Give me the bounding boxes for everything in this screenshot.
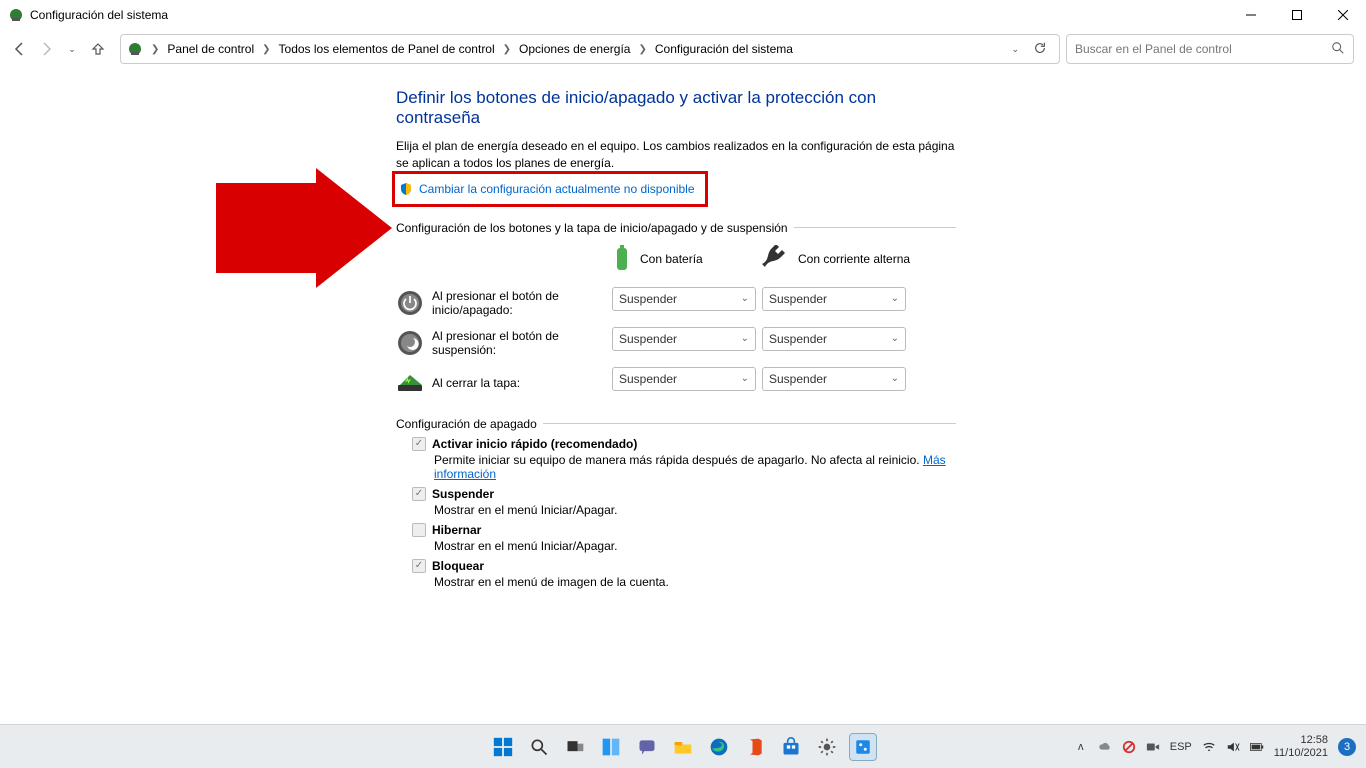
chevron-down-icon: ⌄: [741, 333, 749, 344]
checkbox[interactable]: [412, 559, 426, 573]
minimize-button[interactable]: [1228, 0, 1274, 30]
wifi-icon[interactable]: [1202, 740, 1216, 754]
store-icon[interactable]: [777, 733, 805, 761]
group-legend: Configuración de los botones y la tapa d…: [396, 221, 794, 235]
chevron-right-icon[interactable]: ❯: [258, 44, 274, 55]
search-icon: [1331, 41, 1345, 58]
checkbox[interactable]: [412, 437, 426, 451]
up-button[interactable]: [90, 41, 106, 57]
close-button[interactable]: [1320, 0, 1366, 30]
breadcrumb-item[interactable]: Panel de control: [167, 42, 254, 56]
content-area: Definir los botones de inicio/apagado y …: [0, 68, 1366, 768]
taskbar: ʌ ESP 12:58 11/10/2021 3: [0, 724, 1366, 768]
forward-button[interactable]: [38, 41, 54, 57]
meet-now-icon[interactable]: [1146, 740, 1160, 754]
sleep-button-icon: [396, 329, 424, 357]
refresh-button[interactable]: [1033, 41, 1047, 58]
back-button[interactable]: [12, 41, 28, 57]
recent-locations-button[interactable]: ⌄: [64, 41, 80, 57]
office-icon[interactable]: [741, 733, 769, 761]
search-input[interactable]: Buscar en el Panel de control: [1066, 34, 1354, 64]
annotation-highlight: Cambiar la configuración actualmente no …: [392, 171, 708, 207]
fast-startup-option: Activar inicio rápido (recomendado) Perm…: [412, 437, 956, 481]
battery-icon: [612, 245, 632, 273]
titlebar: Configuración del sistema: [0, 0, 1366, 30]
annotation-arrow-icon: [216, 168, 396, 288]
widgets-icon[interactable]: [597, 733, 625, 761]
buttons-lid-group: Configuración de los botones y la tapa d…: [396, 221, 956, 403]
security-warning-icon[interactable]: [1122, 740, 1136, 754]
chevron-right-icon[interactable]: ❯: [147, 44, 163, 55]
navigation-row: ⌄ ❯ Panel de control ❯ Todos los element…: [0, 30, 1366, 68]
notifications-badge[interactable]: 3: [1338, 738, 1356, 756]
breadcrumb-item[interactable]: Todos los elementos de Panel de control: [279, 42, 495, 56]
address-history-button[interactable]: ⌄: [1011, 44, 1019, 55]
chevron-down-icon: ⌄: [891, 293, 899, 304]
uac-shield-icon: [399, 182, 413, 196]
hibernate-option: Hibernar Mostrar en el menú Iniciar/Apag…: [412, 523, 956, 553]
chevron-down-icon: ⌄: [741, 293, 749, 304]
lid-ac-select[interactable]: Suspender⌄: [762, 367, 906, 391]
page-title: Definir los botones de inicio/apagado y …: [396, 88, 956, 128]
control-panel-taskbar-icon[interactable]: [849, 733, 877, 761]
breadcrumb-item[interactable]: Configuración del sistema: [655, 42, 793, 56]
shutdown-settings-group: Configuración de apagado Activar inicio …: [396, 417, 956, 595]
lid-battery-select[interactable]: Suspender⌄: [612, 367, 756, 391]
task-view-icon[interactable]: [561, 733, 589, 761]
start-button[interactable]: [489, 733, 517, 761]
power-options-icon: [127, 41, 143, 57]
taskbar-search-icon[interactable]: [525, 733, 553, 761]
tray-overflow-icon[interactable]: ʌ: [1074, 740, 1088, 754]
chevron-right-icon[interactable]: ❯: [634, 44, 650, 55]
chevron-down-icon: ⌄: [891, 373, 899, 384]
row-label: Al presionar el botón de suspensión:: [432, 329, 612, 357]
window-title: Configuración del sistema: [30, 8, 168, 22]
group-legend: Configuración de apagado: [396, 417, 543, 431]
address-bar[interactable]: ❯ Panel de control ❯ Todos los elementos…: [120, 34, 1060, 64]
system-tray: ʌ ESP 12:58 11/10/2021 3: [1074, 734, 1366, 759]
checkbox[interactable]: [412, 523, 426, 537]
search-placeholder: Buscar en el Panel de control: [1075, 42, 1232, 56]
power-options-icon: [8, 7, 24, 23]
change-unavailable-settings-link[interactable]: Cambiar la configuración actualmente no …: [419, 182, 695, 196]
sleep-button-battery-select[interactable]: Suspender⌄: [612, 327, 756, 351]
language-indicator[interactable]: ESP: [1170, 741, 1192, 753]
onedrive-icon[interactable]: [1098, 740, 1112, 754]
maximize-button[interactable]: [1274, 0, 1320, 30]
power-button-battery-select[interactable]: Suspender⌄: [612, 287, 756, 311]
lock-option: Bloquear Mostrar en el menú de imagen de…: [412, 559, 956, 589]
page-description: Elija el plan de energía deseado en el e…: [396, 138, 956, 173]
breadcrumb-item[interactable]: Opciones de energía: [519, 42, 630, 56]
power-button-ac-select[interactable]: Suspender⌄: [762, 287, 906, 311]
row-label: Al cerrar la tapa:: [432, 376, 520, 390]
lid-close-icon: [396, 369, 424, 397]
column-header-ac: Con corriente alterna: [798, 252, 910, 266]
chevron-down-icon: ⌄: [741, 373, 749, 384]
plug-icon: [762, 245, 790, 273]
suspend-option: Suspender Mostrar en el menú Iniciar/Apa…: [412, 487, 956, 517]
chevron-right-icon[interactable]: ❯: [499, 44, 515, 55]
chevron-down-icon: ⌄: [891, 333, 899, 344]
sleep-button-ac-select[interactable]: Suspender⌄: [762, 327, 906, 351]
battery-tray-icon[interactable]: [1250, 740, 1264, 754]
explorer-icon[interactable]: [669, 733, 697, 761]
chat-icon[interactable]: [633, 733, 661, 761]
row-label: Al presionar el botón de inicio/apagado:: [432, 289, 612, 317]
volume-icon[interactable]: [1226, 740, 1240, 754]
edge-icon[interactable]: [705, 733, 733, 761]
settings-icon[interactable]: [813, 733, 841, 761]
clock[interactable]: 12:58 11/10/2021: [1274, 734, 1328, 759]
column-header-battery: Con batería: [640, 252, 703, 266]
power-button-icon: [396, 289, 424, 317]
checkbox[interactable]: [412, 487, 426, 501]
